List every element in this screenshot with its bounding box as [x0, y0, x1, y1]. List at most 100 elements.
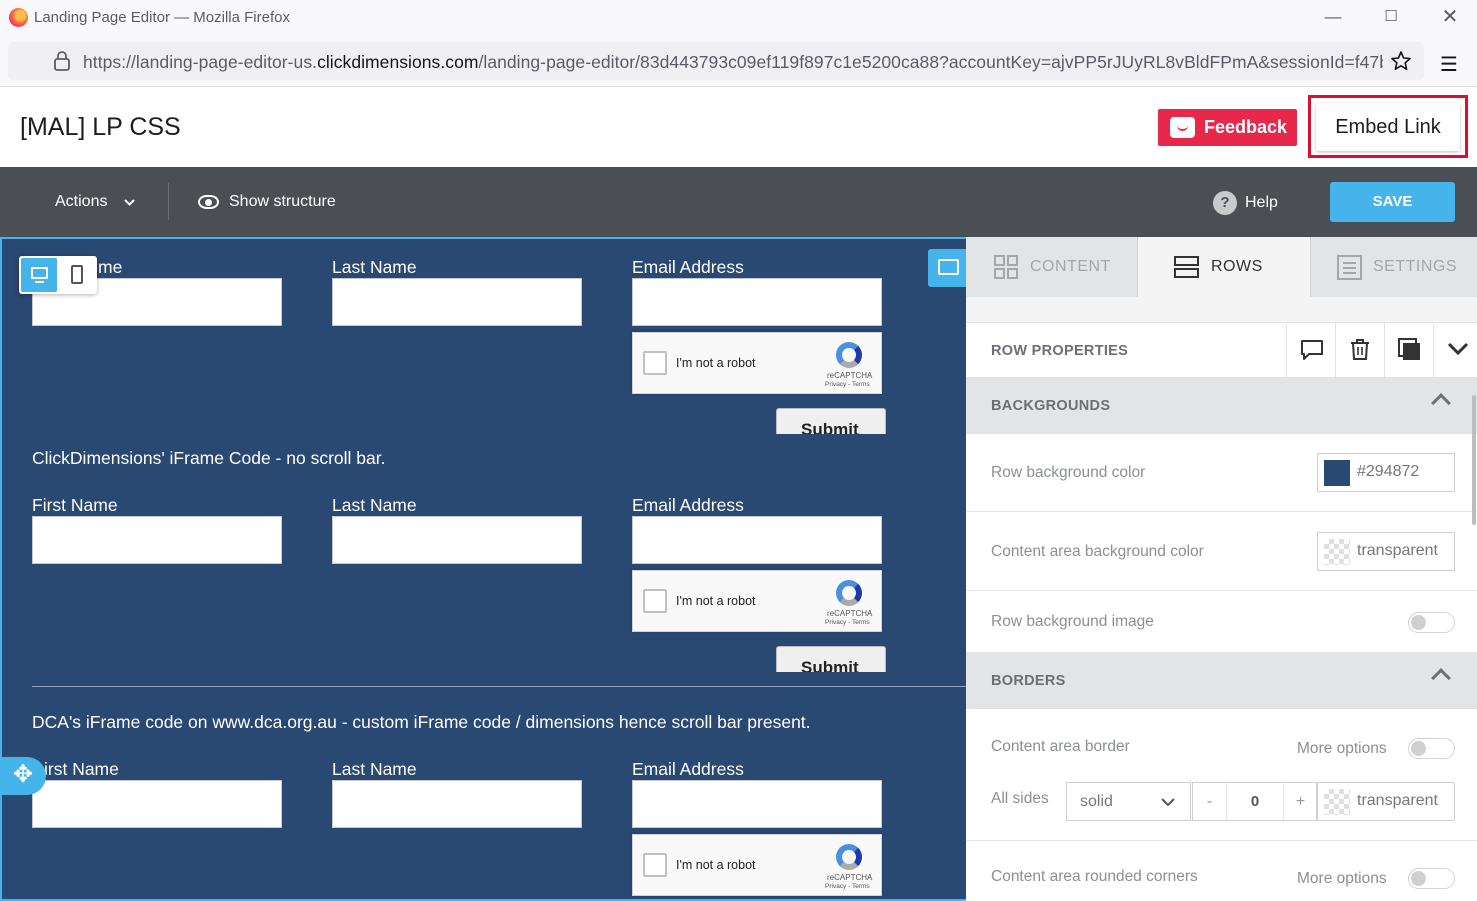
toolbar-divider — [168, 183, 169, 220]
first-name-input[interactable] — [32, 780, 282, 828]
browser-navbar: https://landing-page-editor-us.clickdime… — [0, 36, 1477, 87]
recaptcha-links[interactable]: Privacy - Terms — [825, 619, 870, 626]
email-input[interactable] — [632, 278, 882, 326]
feedback-label: Feedback — [1204, 117, 1288, 137]
device-view-toggle — [19, 256, 97, 294]
panel-scrollbar[interactable] — [1472, 395, 1476, 525]
row-properties-title: ROW PROPERTIES — [991, 343, 1129, 359]
transparent-swatch — [1324, 789, 1350, 815]
grid-icon — [994, 255, 1018, 279]
last-name-input[interactable] — [332, 278, 582, 326]
borders-section-header[interactable]: BORDERS — [966, 653, 1477, 709]
desktop-view-button[interactable] — [21, 258, 57, 292]
last-name-input[interactable] — [332, 516, 582, 564]
help-icon[interactable]: ? — [1213, 191, 1237, 215]
feedback-button[interactable]: Feedback — [1158, 109, 1297, 146]
bookmark-star-icon[interactable] — [1390, 50, 1412, 72]
rounded-corners-row: Content area rounded corners More option… — [966, 841, 1477, 901]
email-input[interactable] — [632, 516, 882, 564]
all-sides-label: All sides — [991, 790, 1049, 807]
mobile-icon[interactable] — [71, 265, 83, 284]
first-name-label: First Name — [32, 495, 118, 515]
duplicate-row-button[interactable] — [1384, 323, 1433, 378]
recaptcha-checkbox[interactable] — [643, 853, 667, 877]
decrement-button[interactable]: - — [1193, 783, 1227, 820]
settings-list-icon — [1337, 255, 1362, 280]
tab-settings[interactable]: SETTINGS — [1310, 237, 1477, 297]
row-divider — [32, 686, 966, 687]
recaptcha-links[interactable]: Privacy - Terms — [825, 883, 870, 890]
recaptcha-checkbox[interactable] — [643, 589, 667, 613]
chevron-down-icon[interactable] — [123, 198, 136, 207]
borders-title: BORDERS — [991, 673, 1066, 689]
submit-button[interactable]: Submit — [776, 408, 886, 434]
eye-icon[interactable] — [198, 195, 219, 209]
window-titlebar: Landing Page Editor — Mozilla Firefox — … — [0, 0, 1477, 36]
email-input[interactable] — [632, 780, 882, 828]
hamburger-menu-icon[interactable]: ☰ — [1440, 52, 1458, 77]
email-label: Email Address — [632, 759, 744, 779]
url-bar[interactable]: https://landing-page-editor-us.clickdime… — [8, 42, 1424, 80]
row-comment-button[interactable] — [1286, 323, 1335, 378]
lock-icon[interactable] — [53, 51, 71, 71]
row-bg-image-toggle[interactable] — [1408, 612, 1455, 633]
border-color-value: transparent — [1357, 792, 1438, 809]
chevron-down-icon — [1161, 798, 1175, 807]
last-name-label: Last Name — [332, 759, 417, 779]
desktop-icon — [31, 267, 48, 279]
editor-toolbar: Actions Show structure ? Help SAVE — [0, 167, 1477, 237]
close-icon[interactable]: ✕ — [1440, 7, 1460, 27]
rows-icon — [1174, 256, 1199, 278]
save-button[interactable]: SAVE — [1330, 182, 1455, 222]
border-width-value[interactable]: 0 — [1227, 783, 1283, 820]
move-handle-icon[interactable]: ✥ — [2, 757, 46, 795]
chevron-up-icon[interactable] — [1431, 668, 1451, 688]
recaptcha-label: I'm not a robot — [676, 356, 756, 370]
tab-rows[interactable]: ROWS — [1138, 237, 1310, 297]
first-name-input[interactable] — [32, 516, 282, 564]
actions-menu[interactable]: Actions — [55, 193, 107, 211]
row-bg-image-label: Row background image — [991, 613, 1154, 630]
collapse-row-button[interactable] — [1433, 323, 1477, 378]
increment-button[interactable]: + — [1283, 783, 1317, 820]
recaptcha-brand: reCAPTCHA — [827, 609, 873, 618]
last-name-input[interactable] — [332, 780, 582, 828]
rounded-corners-toggle[interactable] — [1408, 868, 1455, 889]
recaptcha-widget: I'm not a robot reCAPTCHA Privacy - Term… — [632, 834, 882, 896]
backgrounds-title: BACKGROUNDS — [991, 398, 1111, 414]
border-more-options-toggle[interactable] — [1408, 738, 1455, 759]
last-name-label: Last Name — [332, 257, 417, 277]
chevron-up-icon[interactable] — [1431, 393, 1451, 413]
comment-icon — [938, 259, 959, 275]
row-comment-button[interactable] — [928, 249, 966, 287]
duplicate-icon — [1398, 338, 1420, 360]
recaptcha-links[interactable]: Privacy - Terms — [825, 381, 870, 388]
border-color-picker[interactable]: transparent — [1317, 782, 1455, 821]
help-link[interactable]: Help — [1245, 194, 1278, 212]
tab-content[interactable]: CONTENT — [966, 237, 1138, 297]
recaptcha-widget: I'm not a robot reCAPTCHA Privacy - Term… — [632, 570, 882, 632]
minimize-icon[interactable]: — — [1323, 7, 1343, 27]
submit-button[interactable]: Submit — [776, 646, 886, 672]
recaptcha-checkbox[interactable] — [643, 351, 667, 375]
chevron-down-icon — [1447, 342, 1469, 356]
content-bg-color-picker[interactable]: transparent — [1317, 532, 1455, 571]
content-border-label: Content area border — [991, 738, 1130, 755]
delete-row-button[interactable] — [1335, 323, 1384, 378]
show-structure-toggle[interactable]: Show structure — [229, 193, 336, 211]
embed-link-button[interactable]: Embed Link — [1316, 103, 1460, 151]
trash-icon — [1351, 339, 1369, 360]
border-width-stepper[interactable]: - 0 + — [1192, 782, 1317, 821]
editor-canvas[interactable]: me Last Name Email Address I'm not a rob… — [0, 237, 966, 901]
more-options-label: More options — [1297, 870, 1387, 887]
border-style-select[interactable]: solid — [1066, 782, 1191, 821]
tab-rows-label: ROWS — [1211, 258, 1263, 275]
feedback-icon — [1170, 117, 1195, 138]
maximize-icon[interactable]: ☐ — [1381, 7, 1401, 27]
row-properties-header: ROW PROPERTIES — [966, 322, 1477, 378]
url-text[interactable]: https://landing-page-editor-us.clickdime… — [83, 52, 1383, 73]
row-bg-color-picker[interactable]: #294872 — [1317, 453, 1455, 492]
backgrounds-section-header[interactable]: BACKGROUNDS — [966, 378, 1477, 434]
recaptcha-brand: reCAPTCHA — [827, 873, 873, 882]
recaptcha-brand: reCAPTCHA — [827, 371, 873, 380]
